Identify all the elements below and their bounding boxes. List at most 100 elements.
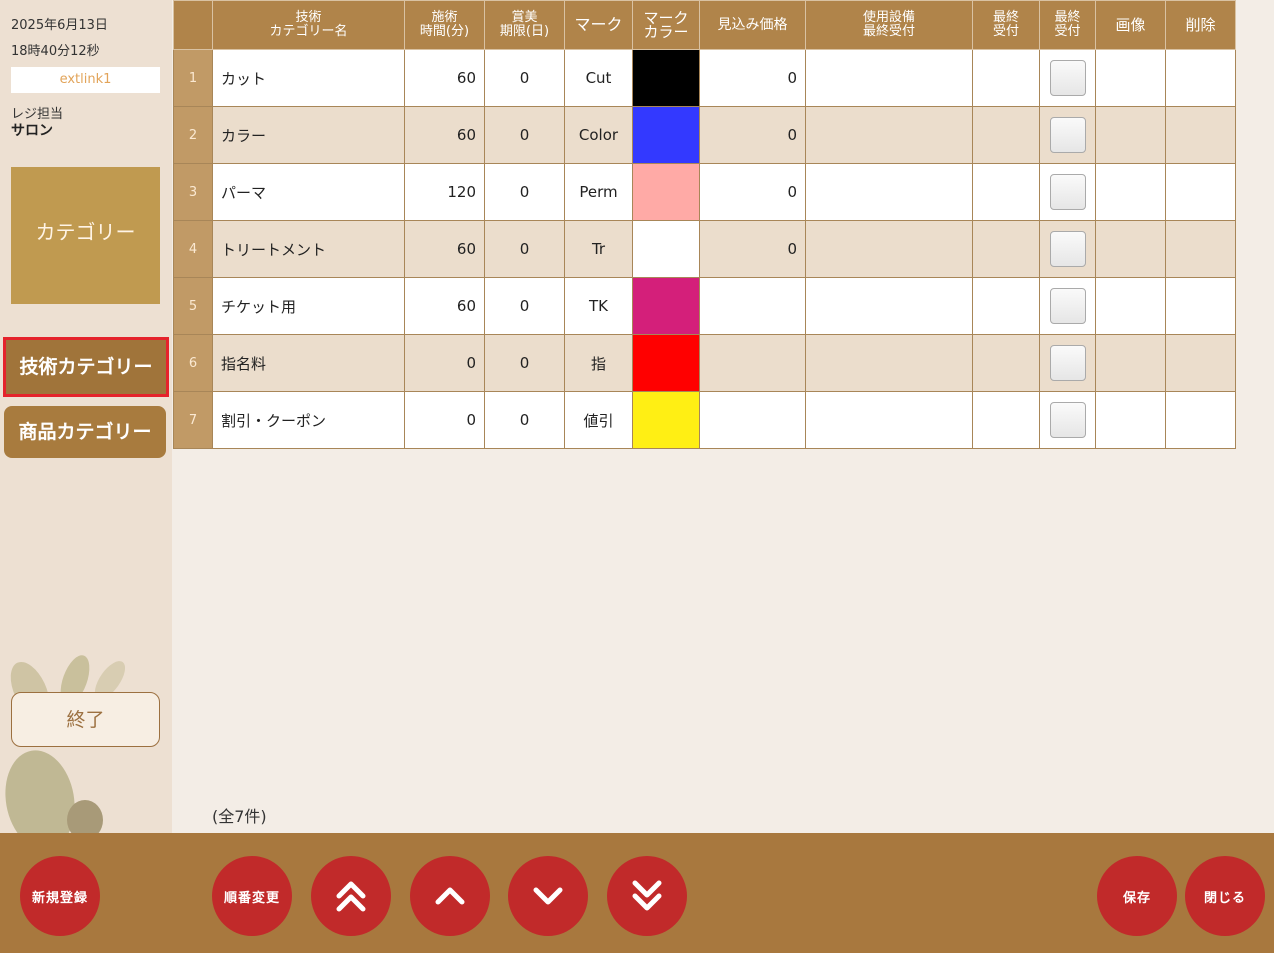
category-name-cell[interactable]: 指名料 — [212, 334, 405, 392]
duration-cell[interactable]: 120 — [404, 163, 485, 221]
mark-color-cell[interactable] — [632, 163, 700, 221]
category-name-cell[interactable]: チケット用 — [212, 277, 405, 335]
mark-color-cell[interactable] — [632, 334, 700, 392]
expiry-cell[interactable]: 0 — [484, 106, 565, 164]
category-name-cell[interactable]: 割引・クーポン — [212, 391, 405, 449]
delete-cell[interactable] — [1165, 334, 1236, 392]
last-reception-cell[interactable] — [972, 391, 1040, 449]
duration-cell[interactable]: 0 — [404, 334, 485, 392]
equipment-cell[interactable] — [805, 163, 973, 221]
category-name-cell[interactable]: カラー — [212, 106, 405, 164]
image-cell[interactable] — [1095, 334, 1166, 392]
table-row[interactable]: 1 カット 60 0 Cut 0 — [173, 49, 1236, 107]
equipment-cell[interactable] — [805, 391, 973, 449]
table-row[interactable]: 6 指名料 0 0 指 — [173, 334, 1236, 392]
delete-cell[interactable] — [1165, 106, 1236, 164]
category-name-cell[interactable]: トリートメント — [212, 220, 405, 278]
table-row[interactable]: 4 トリートメント 60 0 Tr 0 — [173, 220, 1236, 278]
equipment-cell[interactable] — [805, 220, 973, 278]
last-reception-checkbox[interactable] — [1049, 117, 1086, 153]
price-cell[interactable]: 0 — [699, 220, 806, 278]
tech-category-button[interactable]: 技術カテゴリー — [3, 337, 169, 397]
price-cell[interactable] — [699, 277, 806, 335]
image-cell[interactable] — [1095, 391, 1166, 449]
duration-cell[interactable]: 0 — [404, 391, 485, 449]
delete-cell[interactable] — [1165, 49, 1236, 107]
price-cell[interactable]: 0 — [699, 106, 806, 164]
image-cell[interactable] — [1095, 49, 1166, 107]
last-reception-cell[interactable] — [972, 334, 1040, 392]
last-reception-cell[interactable] — [972, 220, 1040, 278]
mark-color-cell[interactable] — [632, 220, 700, 278]
mark-color-cell[interactable] — [632, 49, 700, 107]
exit-button[interactable]: 終了 — [11, 692, 160, 747]
expiry-cell[interactable]: 0 — [484, 391, 565, 449]
mark-cell[interactable]: Color — [564, 106, 633, 164]
header-price: 見込み価格 — [699, 0, 806, 50]
equipment-cell[interactable] — [805, 106, 973, 164]
product-category-button[interactable]: 商品カテゴリー — [4, 406, 166, 458]
mark-color-cell[interactable] — [632, 277, 700, 335]
delete-cell[interactable] — [1165, 220, 1236, 278]
save-button[interactable]: 保存 — [1097, 856, 1177, 936]
header-time: 施術 時間(分) — [404, 0, 485, 50]
equipment-cell[interactable] — [805, 334, 973, 392]
expiry-cell[interactable]: 0 — [484, 163, 565, 221]
price-cell[interactable]: 0 — [699, 163, 806, 221]
expiry-cell[interactable]: 0 — [484, 277, 565, 335]
mark-cell[interactable]: Cut — [564, 49, 633, 107]
last-reception-cell[interactable] — [972, 163, 1040, 221]
color-swatch — [633, 278, 699, 334]
price-cell[interactable] — [699, 391, 806, 449]
last-reception-checkbox[interactable] — [1049, 402, 1086, 438]
new-register-button[interactable]: 新規登録 — [20, 856, 100, 936]
expiry-cell[interactable]: 0 — [484, 334, 565, 392]
last-reception-cell[interactable] — [972, 49, 1040, 107]
image-cell[interactable] — [1095, 106, 1166, 164]
mark-color-cell[interactable] — [632, 106, 700, 164]
price-cell[interactable]: 0 — [699, 49, 806, 107]
move-top-button[interactable] — [311, 856, 391, 936]
expiry-cell[interactable]: 0 — [484, 49, 565, 107]
expiry-cell[interactable]: 0 — [484, 220, 565, 278]
last-reception-checkbox[interactable] — [1049, 174, 1086, 210]
mark-cell[interactable]: 指 — [564, 334, 633, 392]
last-reception-checkbox[interactable] — [1049, 60, 1086, 96]
mark-cell[interactable]: 値引 — [564, 391, 633, 449]
delete-cell[interactable] — [1165, 277, 1236, 335]
close-button[interactable]: 閉じる — [1185, 856, 1265, 936]
last-reception-checkbox[interactable] — [1049, 288, 1086, 324]
image-cell[interactable] — [1095, 220, 1166, 278]
table-row[interactable]: 3 パーマ 120 0 Perm 0 — [173, 163, 1236, 221]
table-row[interactable]: 7 割引・クーポン 0 0 値引 — [173, 391, 1236, 449]
equipment-cell[interactable] — [805, 277, 973, 335]
delete-cell[interactable] — [1165, 163, 1236, 221]
move-bottom-button[interactable] — [607, 856, 687, 936]
equipment-cell[interactable] — [805, 49, 973, 107]
price-cell[interactable] — [699, 334, 806, 392]
last-reception-cell[interactable] — [972, 106, 1040, 164]
duration-cell[interactable]: 60 — [404, 277, 485, 335]
duration-cell[interactable]: 60 — [404, 220, 485, 278]
image-cell[interactable] — [1095, 277, 1166, 335]
duration-cell[interactable]: 60 — [404, 49, 485, 107]
table-row[interactable]: 5 チケット用 60 0 TK — [173, 277, 1236, 335]
table-row[interactable]: 2 カラー 60 0 Color 0 — [173, 106, 1236, 164]
last-reception-cell[interactable] — [972, 277, 1040, 335]
move-up-button[interactable] — [410, 856, 490, 936]
mark-cell[interactable]: Tr — [564, 220, 633, 278]
last-reception-checkbox[interactable] — [1049, 345, 1086, 381]
category-name-cell[interactable]: カット — [212, 49, 405, 107]
extlink-button[interactable]: extlink1 — [11, 67, 160, 93]
last-reception-checkbox[interactable] — [1049, 231, 1086, 267]
category-name-cell[interactable]: パーマ — [212, 163, 405, 221]
delete-cell[interactable] — [1165, 391, 1236, 449]
reorder-button[interactable]: 順番変更 — [212, 856, 292, 936]
category-panel[interactable]: カテゴリー — [11, 167, 160, 304]
duration-cell[interactable]: 60 — [404, 106, 485, 164]
mark-color-cell[interactable] — [632, 391, 700, 449]
mark-cell[interactable]: TK — [564, 277, 633, 335]
image-cell[interactable] — [1095, 163, 1166, 221]
mark-cell[interactable]: Perm — [564, 163, 633, 221]
move-down-button[interactable] — [508, 856, 588, 936]
